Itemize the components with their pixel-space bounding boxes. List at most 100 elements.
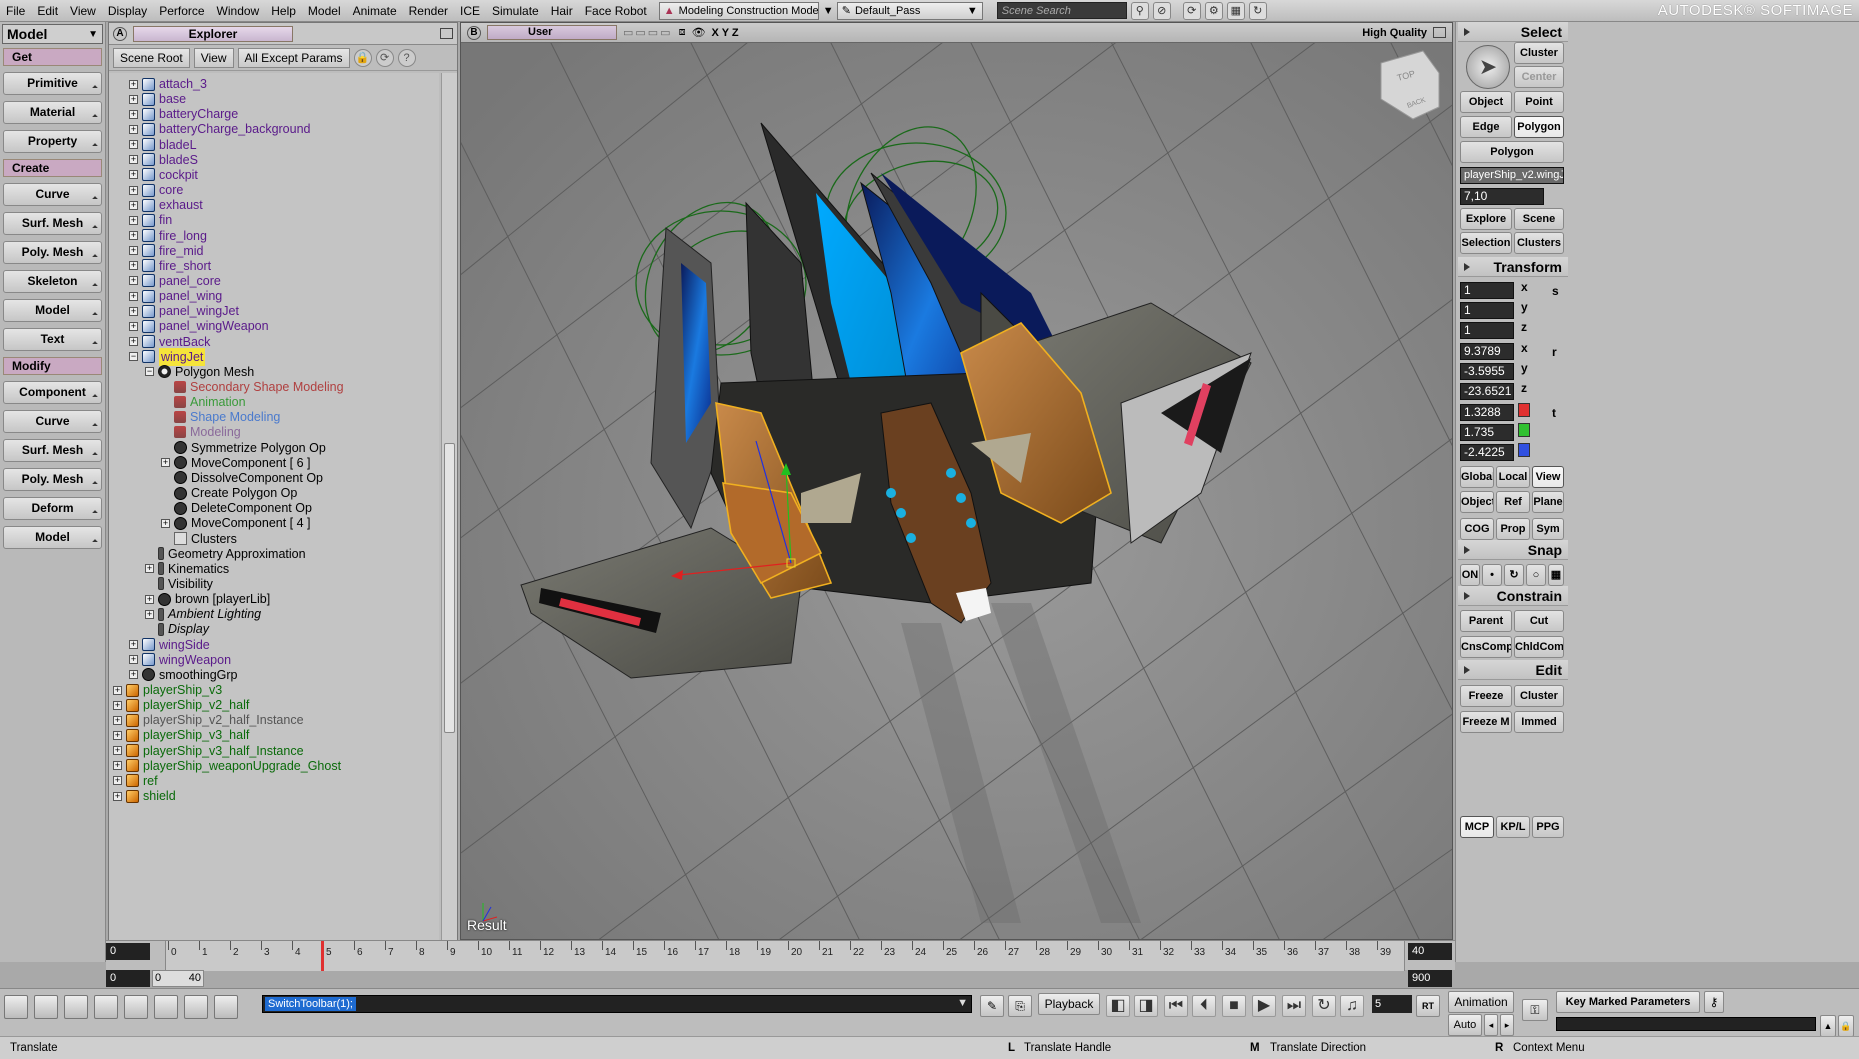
snap-point-icon[interactable]: •	[1482, 564, 1502, 586]
key-marked-parameters-button[interactable]: Key Marked Parameters	[1556, 991, 1700, 1013]
command-text[interactable]: SwitchToolbar(1);	[265, 997, 356, 1011]
select-arrow-icon[interactable]: ➤	[1466, 45, 1510, 89]
next-key-small-icon[interactable]: ▸	[1500, 1014, 1514, 1036]
scene-search-input[interactable]: Scene Search	[996, 2, 1127, 19]
viewport-b[interactable]: TOP BACK B User ▭▭▭▭ ⧈ 👁 X Y Z High Qual…	[460, 22, 1453, 940]
lock-icon[interactable]: 🔒	[1838, 1015, 1854, 1037]
layout-quad-icon[interactable]	[124, 995, 148, 1019]
clipboard-icon[interactable]: ⎘	[1008, 995, 1032, 1017]
display-mode-icons[interactable]: ▭▭▭▭	[623, 26, 673, 39]
expand-icon[interactable]: +	[113, 685, 122, 695]
stop-icon[interactable]: ■	[1222, 995, 1246, 1017]
maximize-icon[interactable]	[440, 28, 453, 39]
ref-button[interactable]: Ref	[1496, 491, 1530, 513]
edge-select-button[interactable]: Edge	[1460, 116, 1512, 138]
selection-button[interactable]: Selection	[1460, 232, 1512, 254]
render-quality-label[interactable]: High Quality	[1362, 27, 1427, 39]
lock-icon[interactable]: 🔒	[353, 48, 372, 67]
collapse-icon[interactable]: −	[129, 352, 138, 362]
rotate-y-field[interactable]: -3.5955	[1460, 363, 1514, 380]
playback-button[interactable]: Playback	[1038, 993, 1100, 1015]
prev-key-small-icon[interactable]: ◂	[1484, 1014, 1498, 1036]
expand-icon[interactable]: +	[129, 109, 138, 119]
expand-icon[interactable]: +	[129, 291, 138, 301]
translate-label[interactable]: t	[1552, 406, 1556, 420]
scope-dropdown[interactable]: Scene Root	[113, 47, 190, 68]
timeline-ruler[interactable]: 0 1 2 3 4 5 6 7 8 9 10 11 12 13 14 15 16 17 18 19 20 21 22 23 24…	[165, 941, 1405, 971]
modify-curve-button[interactable]: Curve	[3, 410, 102, 433]
constrain-section-header[interactable]: Constrain	[1458, 586, 1568, 606]
expand-icon[interactable]: +	[129, 655, 138, 665]
tree-item[interactable]: + shield	[113, 787, 176, 805]
scale-label[interactable]: s	[1552, 284, 1559, 298]
sym-button[interactable]: Sym	[1532, 518, 1564, 540]
selection-count-field[interactable]: 7,10	[1460, 188, 1544, 205]
menu-window[interactable]: Window	[211, 0, 266, 22]
scale-y-label[interactable]: y	[1521, 300, 1528, 314]
modify-surf-mesh-button[interactable]: Surf. Mesh	[3, 439, 102, 462]
rotate-z-label[interactable]: z	[1521, 381, 1527, 395]
local-button[interactable]: Local	[1496, 466, 1530, 488]
camera-icon[interactable]: ⧈	[679, 26, 686, 39]
layout-top-icon[interactable]	[34, 995, 58, 1019]
clusters-button[interactable]: Clusters	[1514, 232, 1564, 254]
layout-split-icon[interactable]	[184, 995, 208, 1019]
camera-dropdown[interactable]: User	[487, 25, 617, 40]
expand-icon[interactable]: +	[129, 94, 138, 104]
search-icon[interactable]: ⚲	[1130, 1, 1149, 20]
translate-y-field[interactable]: 1.735	[1460, 424, 1514, 441]
component-button[interactable]: Component	[3, 381, 102, 404]
material-button[interactable]: Material	[3, 101, 102, 124]
polygon-select-button[interactable]: Polygon	[1514, 116, 1564, 138]
expand-icon[interactable]: +	[113, 746, 122, 756]
expand-icon[interactable]: +	[129, 640, 138, 650]
realtime-button[interactable]: RT	[1416, 995, 1440, 1017]
cut-button[interactable]: Cut	[1514, 610, 1564, 632]
key-icon[interactable]: ⚿	[1522, 999, 1548, 1021]
object-ref-button[interactable]: Object	[1460, 491, 1494, 513]
viewport-letter[interactable]: B	[467, 25, 481, 40]
modify-poly-mesh-button[interactable]: Poly. Mesh	[3, 468, 102, 491]
translate-y-toggle[interactable]	[1518, 423, 1530, 437]
create-poly-mesh-button[interactable]: Poly. Mesh	[3, 241, 102, 264]
construction-mode-select[interactable]: ▲ Modeling Construction Mode ▼	[658, 1, 834, 20]
auto-key-button[interactable]: Auto	[1448, 1014, 1482, 1036]
scale-x-field[interactable]: 1	[1460, 282, 1514, 299]
create-model-button[interactable]: Model	[3, 299, 102, 322]
key-scroller[interactable]	[1556, 1017, 1816, 1031]
point-select-button[interactable]: Point	[1514, 91, 1564, 113]
snap-curve-icon[interactable]: ↻	[1504, 564, 1524, 586]
timeline-end-field[interactable]: 40	[1408, 943, 1452, 960]
expand-icon[interactable]: +	[161, 458, 170, 468]
range-slider[interactable]: 0 40	[152, 970, 204, 987]
immed-button[interactable]: Immed	[1514, 711, 1564, 733]
create-surf-mesh-button[interactable]: Surf. Mesh	[3, 212, 102, 235]
expand-icon[interactable]: +	[129, 276, 138, 286]
menu-help[interactable]: Help	[265, 0, 302, 22]
maximize-icon[interactable]	[1433, 27, 1446, 38]
expand-icon[interactable]: +	[113, 791, 122, 801]
scale-z-label[interactable]: z	[1521, 320, 1527, 334]
expand-icon[interactable]: +	[129, 306, 138, 316]
play-icon[interactable]: ▶	[1252, 995, 1276, 1017]
refresh-icon[interactable]: ⟳	[375, 48, 394, 67]
first-frame-icon[interactable]: ⏮	[1164, 995, 1188, 1017]
selection-name-field[interactable]: playerShip_v2.wingJe	[1460, 167, 1564, 184]
menu-face-robot[interactable]: Face Robot	[579, 0, 653, 22]
layout-icon[interactable]: ▦	[1226, 1, 1245, 20]
expand-icon[interactable]: +	[145, 609, 154, 619]
view-dropdown[interactable]: View	[193, 47, 234, 68]
refresh-icon[interactable]: ⟳	[1182, 1, 1201, 20]
panel-letter-a[interactable]: A	[113, 26, 127, 41]
menu-ice[interactable]: ICE	[454, 0, 486, 22]
expand-icon[interactable]: +	[129, 337, 138, 347]
freeze-m-button[interactable]: Freeze M	[1460, 711, 1512, 733]
stop-search-icon[interactable]: ⊘	[1152, 1, 1171, 20]
expand-icon[interactable]: +	[129, 231, 138, 240]
expand-icon[interactable]: +	[129, 215, 138, 225]
expand-icon[interactable]: +	[129, 170, 138, 180]
expand-icon[interactable]: +	[129, 155, 138, 165]
expand-icon[interactable]: +	[129, 261, 138, 271]
explorer-title[interactable]: Explorer	[133, 25, 293, 42]
center-select-button[interactable]: Center	[1514, 66, 1564, 88]
